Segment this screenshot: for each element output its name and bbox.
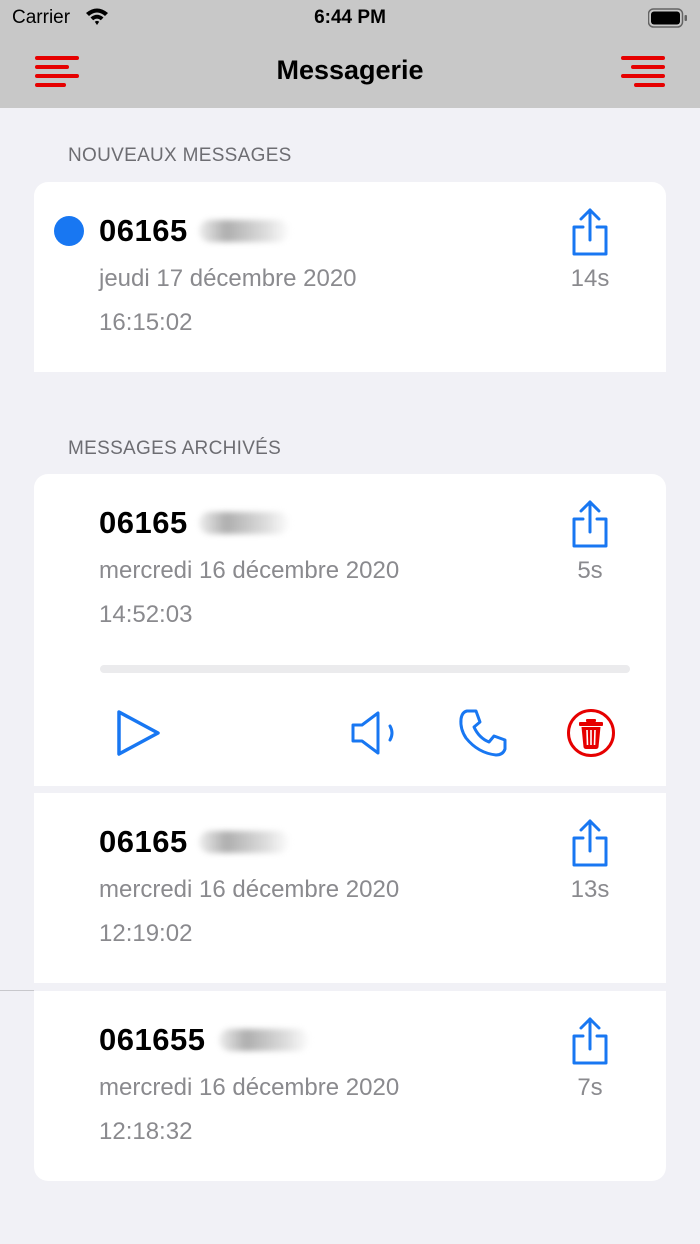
message-duration: 7s bbox=[577, 1074, 603, 1101]
phone-number: 06165 bbox=[99, 824, 188, 859]
top-bar: Carrier 6:44 PM Messagerie bbox=[0, 0, 700, 108]
message-duration: 14s bbox=[570, 265, 610, 292]
redacted-number bbox=[199, 220, 289, 242]
play-icon[interactable] bbox=[114, 708, 162, 758]
separator bbox=[0, 990, 34, 991]
phone-number: 06165 bbox=[99, 505, 188, 540]
message-duration: 5s bbox=[577, 557, 603, 584]
message-cell[interactable]: 06165 mercredi 16 décembre 2020 12:19:02… bbox=[34, 793, 666, 983]
message-time: 16:15:02 bbox=[99, 309, 193, 336]
share-icon[interactable] bbox=[566, 1016, 614, 1066]
redacted-number bbox=[199, 512, 289, 534]
message-time: 14:52:03 bbox=[99, 601, 193, 628]
redacted-number bbox=[219, 1029, 309, 1051]
message-date: mercredi 16 décembre 2020 bbox=[99, 1074, 400, 1101]
unread-dot-icon bbox=[54, 216, 84, 246]
speaker-icon[interactable] bbox=[350, 710, 402, 756]
clock-label: 6:44 PM bbox=[314, 7, 386, 28]
message-cell[interactable]: 06165 jeudi 17 décembre 2020 16:15:02 14… bbox=[34, 182, 666, 372]
trash-icon[interactable] bbox=[566, 708, 616, 758]
message-date: mercredi 16 décembre 2020 bbox=[99, 557, 400, 584]
phone-number: 061655 bbox=[99, 1022, 206, 1057]
playback-progress-bar[interactable] bbox=[100, 665, 630, 673]
message-cell-expanded[interactable]: 06165 mercredi 16 décembre 2020 14:52:03… bbox=[34, 474, 666, 786]
message-date: jeudi 17 décembre 2020 bbox=[99, 265, 357, 292]
message-duration: 13s bbox=[570, 876, 610, 903]
redacted-number bbox=[199, 831, 289, 853]
share-icon[interactable] bbox=[566, 207, 614, 257]
share-icon[interactable] bbox=[566, 818, 614, 868]
phone-icon[interactable] bbox=[458, 708, 508, 758]
section-header-archived: MESSAGES ARCHIVÉS bbox=[68, 438, 282, 459]
page-title: Messagerie bbox=[276, 55, 424, 85]
phone-number: 06165 bbox=[99, 213, 188, 248]
menu-right-aligned-icon[interactable] bbox=[620, 52, 666, 92]
message-cell[interactable]: 061655 mercredi 16 décembre 2020 12:18:3… bbox=[34, 991, 666, 1181]
message-time: 12:18:32 bbox=[99, 1118, 193, 1145]
section-header-new: NOUVEAUX MESSAGES bbox=[68, 145, 292, 166]
message-date: mercredi 16 décembre 2020 bbox=[99, 876, 400, 903]
menu-left-aligned-icon[interactable] bbox=[34, 52, 80, 92]
battery-icon bbox=[648, 8, 687, 28]
share-icon[interactable] bbox=[566, 499, 614, 549]
message-time: 12:19:02 bbox=[99, 920, 193, 947]
